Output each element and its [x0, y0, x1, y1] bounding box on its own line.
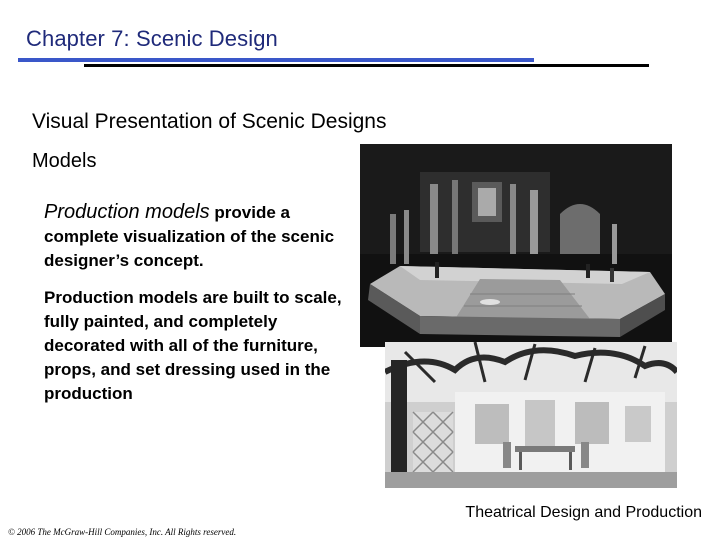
slide-heading: Visual Presentation of Scenic Designs: [32, 110, 387, 133]
copyright-notice: © 2006 The McGraw-Hill Companies, Inc. A…: [8, 527, 237, 537]
title-rule-blue: [18, 58, 534, 62]
models-detail-paragraph: Production models are built to scale, fu…: [44, 288, 342, 403]
book-title-footer: Theatrical Design and Production: [465, 504, 702, 521]
production-models-paragraph: Production models provide a complete vis…: [44, 200, 344, 273]
production-models-lead: Production models: [44, 201, 210, 223]
stage-model-photo-1: [360, 144, 672, 347]
title-rule-black: [84, 64, 649, 67]
slide-subheading: Models: [32, 150, 97, 172]
stage-model-photo-2: [385, 342, 677, 488]
chapter-title: Chapter 7: Scenic Design: [26, 26, 278, 51]
